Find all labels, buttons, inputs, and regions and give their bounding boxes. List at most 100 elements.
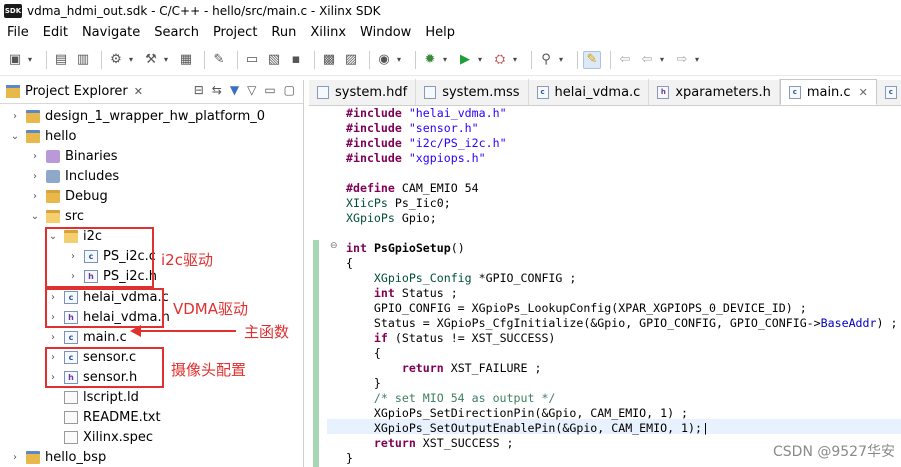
chevron-down-icon[interactable]: ▾ [443,55,451,64]
close-icon[interactable]: ✕ [134,85,143,98]
debug-icon[interactable]: ✹ [421,51,439,69]
tree-item-xilinx-spec[interactable]: Xilinx.spec [46,427,153,447]
tree-item-readme[interactable]: README.txt [46,407,161,427]
search-icon[interactable]: ⚲ [537,51,555,69]
tree-item-main-c[interactable]: › c main.c [46,327,127,347]
chevron-down-icon[interactable]: ▾ [397,55,405,64]
tab-project-explorer[interactable]: Project Explorer ✕ [0,80,149,104]
menu-edit[interactable]: Edit [36,25,75,40]
chevron-right-icon[interactable]: › [8,452,22,463]
connection-icon[interactable]: ◉ [375,51,393,69]
menu-xilinx[interactable]: Xilinx [303,25,353,40]
new-icon[interactable]: ▣ [6,51,24,69]
tab-helai-vdma-c[interactable]: c helai_vdma.c [529,79,650,105]
tree-item-design-wrapper[interactable]: › design_1_wrapper_hw_platform_0 [8,106,265,126]
text-file-icon [64,410,78,424]
menu-run[interactable]: Run [264,25,303,40]
toolbar-separator [204,50,205,69]
tab-label: helai_vdma.c [554,84,641,100]
tree-item-binaries[interactable]: › Binaries [28,146,117,166]
terminal-icon[interactable]: ▪ [287,51,305,69]
chevron-down-icon[interactable]: ▾ [129,55,137,64]
link-editor-icon[interactable]: ⇆ [212,83,222,97]
close-icon[interactable]: ✕ [859,86,868,99]
menu-navigate[interactable]: Navigate [75,25,147,40]
filter-icon[interactable]: ▼ [230,83,239,97]
tab-overflow[interactable]: c [877,79,901,105]
view-menu-icon[interactable]: ▽ [247,83,256,97]
tree-item-includes[interactable]: › Includes [28,166,119,186]
menu-window[interactable]: Window [353,25,418,40]
tree-item-label: Debug [65,188,108,204]
chevron-down-icon[interactable]: ▾ [513,55,521,64]
chevron-down-icon[interactable]: ▾ [660,55,668,64]
hammer-icon[interactable]: ⚒ [142,51,160,69]
editor-tabs: system.hdf system.mss c helai_vdma.c h x… [309,79,901,106]
menu-file[interactable]: File [0,25,36,40]
c-file-icon: c [64,330,78,344]
last-edit-icon[interactable]: ⇦ [616,51,634,69]
tree-item-label: lscript.ld [83,389,139,405]
chevron-right-icon[interactable]: › [8,111,22,122]
maximize-icon[interactable]: ▢ [284,83,295,97]
chevron-down-icon[interactable]: ⌄ [8,131,22,142]
tab-main-c[interactable]: c main.c ✕ [779,79,877,105]
wand-icon[interactable]: ✎ [210,51,228,69]
chevron-down-icon[interactable]: ▾ [559,55,567,64]
chevron-down-icon[interactable]: ▾ [478,55,486,64]
code-area[interactable]: ⊖ #include "helai_vdma.h" #include "sens… [309,106,901,467]
code-line: int PsGpioSetup() [346,241,465,255]
minimize-icon[interactable]: ▭ [264,83,275,97]
tree-item-src[interactable]: ⌄ src [28,206,84,226]
tab-system-hdf[interactable]: system.hdf [309,79,417,105]
collapse-icon[interactable]: ⊖ [330,241,338,251]
code-line: Status = XGpioPs_CfgInitialize(&Gpio, GP… [346,316,898,330]
forward-icon[interactable]: ⇨ [673,51,691,69]
code-line: #include "helai_vdma.h" [346,106,507,120]
annotation-label-i2c: i2c驱动 [161,251,213,269]
annotation-label-main: 主函数 [244,323,290,341]
memory-icon[interactable]: ▨ [342,51,360,69]
back-icon[interactable]: ⇦ [638,51,656,69]
tab-system-mss[interactable]: system.mss [416,79,529,105]
code-line: #include "xgpiops.h" [346,151,486,165]
binary-icon[interactable]: ▦ [177,51,195,69]
code-line: XGpioPs_SetOutputEnablePin(&Gpio, CAM_EM… [346,421,709,435]
collapse-all-icon[interactable]: ⊟ [194,83,204,97]
build-settings-icon[interactable]: ⚙ [107,51,125,69]
chevron-down-icon[interactable]: ▾ [164,55,172,64]
tab-xparameters-h[interactable]: h xparameters.h [649,79,780,105]
chevron-right-icon[interactable]: › [46,332,60,343]
menu-help[interactable]: Help [418,25,462,40]
chevron-right-icon[interactable]: › [28,191,42,202]
save-all-icon[interactable]: ▥ [74,51,92,69]
chevron-right-icon[interactable]: › [28,171,42,182]
annotation-arrow-line [140,330,236,332]
toolbar-separator [577,50,578,69]
change-marker [313,240,319,467]
console-icon[interactable]: ▭ [243,51,261,69]
tree-item-lscript[interactable]: lscript.ld [46,387,139,407]
chip-icon[interactable]: ▩ [320,51,338,69]
menu-project[interactable]: Project [206,25,264,40]
program-fpga-icon[interactable]: ▧ [265,51,283,69]
sdk-logo-icon: SDK [4,4,22,18]
chevron-right-icon[interactable]: › [28,151,42,162]
tree-item-hello-bsp[interactable]: › hello_bsp [8,447,106,467]
tree-item-label: src [65,208,84,224]
menu-search[interactable]: Search [147,25,206,40]
external-tools-icon[interactable]: ⛭ [491,51,509,69]
mss-file-icon [424,85,437,99]
toolbar-separator [610,50,611,69]
run-icon[interactable]: ▶ [456,51,474,69]
mark-occurrences-icon[interactable]: ✎ [583,50,601,69]
tree-item-hello[interactable]: ⌄ hello [8,126,77,146]
title-bar: SDK vdma_hdmi_out.sdk - C/C++ - hello/sr… [0,0,901,22]
chevron-down-icon[interactable]: ▾ [695,55,703,64]
tree-item-debug[interactable]: › Debug [28,186,108,206]
chevron-down-icon[interactable]: ⌄ [28,211,42,222]
save-icon[interactable]: ▤ [52,51,70,69]
code-line: #include "i2c/PS_i2c.h" [346,136,507,150]
tree-item-label: Xilinx.spec [83,429,153,445]
chevron-down-icon[interactable]: ▾ [28,55,36,64]
